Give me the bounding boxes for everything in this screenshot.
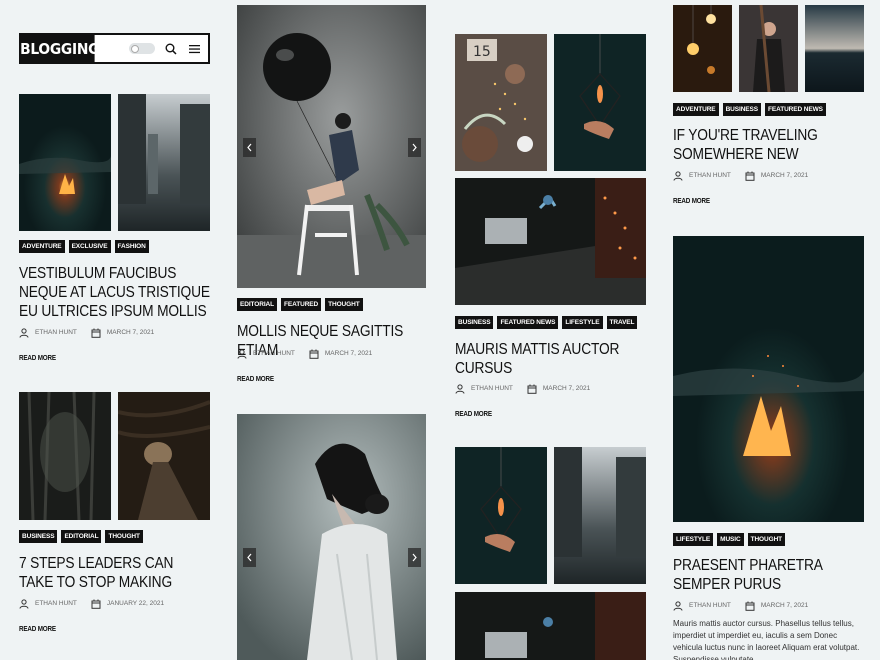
post-author[interactable]: Ethan Hunt	[253, 350, 295, 357]
post-date[interactable]: March 7, 2021	[761, 172, 808, 179]
tag[interactable]: Featured	[281, 298, 322, 311]
post-date[interactable]: January 22, 2021	[107, 600, 164, 607]
tag[interactable]: Fashion	[114, 240, 149, 253]
post-image-light-bulbs[interactable]	[673, 5, 732, 92]
search-icon[interactable]	[164, 42, 178, 56]
tag[interactable]: Business	[455, 316, 494, 329]
post-1-meta: Ethan Hunt March 7, 2021	[19, 327, 154, 338]
tag[interactable]: Exclusive	[68, 240, 111, 253]
slider-next-button[interactable]	[408, 138, 421, 157]
tag[interactable]: Thought	[747, 533, 786, 546]
user-icon	[673, 171, 683, 181]
post-author[interactable]: Ethan Hunt	[471, 385, 513, 392]
post-2-meta: Ethan Hunt January 22, 2021	[19, 598, 164, 609]
post-6-meta: Ethan Hunt March 7, 2021	[673, 600, 808, 611]
post-author[interactable]: Ethan Hunt	[35, 600, 77, 607]
post-date[interactable]: March 7, 2021	[543, 385, 590, 392]
calendar-icon	[91, 328, 101, 338]
user-icon	[673, 601, 683, 611]
post-date[interactable]: March 7, 2021	[325, 350, 372, 357]
post-2-title[interactable]: 7 Steps Leaders Can Take To Stop Making	[19, 554, 210, 592]
post-4-meta: Ethan Hunt March 7, 2021	[455, 383, 590, 394]
post-image-rainy-city[interactable]	[118, 94, 210, 231]
read-more-link[interactable]: Read More	[673, 198, 710, 205]
post-image-campfire[interactable]	[19, 94, 111, 231]
read-more-link[interactable]: Read More	[19, 626, 56, 633]
post-image-desk-setup[interactable]	[455, 178, 646, 305]
slider-prev-button[interactable]	[243, 548, 256, 567]
calendar-icon	[309, 349, 319, 359]
tag[interactable]: Thought	[325, 298, 363, 311]
tag[interactable]: Travel	[606, 316, 638, 329]
tag[interactable]: Featured News	[765, 103, 826, 116]
tag[interactable]: Lifestyle	[673, 533, 714, 546]
post-image-rainy-city[interactable]	[554, 447, 646, 584]
header-tools	[101, 42, 208, 56]
post-6-tags: Lifestyle Music Thought	[673, 533, 786, 546]
post-author[interactable]: Ethan Hunt	[35, 329, 77, 336]
user-icon	[455, 384, 465, 394]
calendar-icon	[91, 599, 101, 609]
post-image-forest-tunnel[interactable]	[118, 392, 210, 520]
post-image-dark-forest[interactable]	[19, 392, 111, 520]
post-image-desk-setup[interactable]	[455, 592, 646, 660]
post-5-title[interactable]: If You're Traveling Somewhere New	[673, 126, 845, 164]
post-date[interactable]: March 7, 2021	[761, 602, 808, 609]
post-6-title[interactable]: Praesent Pharetra Semper Purus	[673, 556, 862, 594]
site-logo[interactable]: BLOGGING	[20, 35, 99, 62]
post-5-tags: Adventure Business Featured News	[673, 103, 826, 116]
tag[interactable]: Business	[722, 103, 761, 116]
tag[interactable]: Lifestyle	[562, 316, 603, 329]
tag[interactable]: Editorial	[61, 530, 102, 543]
slider-prev-button[interactable]	[243, 138, 256, 157]
post-4-tags: Business Featured News Lifestyle Travel	[455, 316, 638, 329]
post-image-geometric-lamp[interactable]	[455, 447, 547, 584]
tag[interactable]: Music	[717, 533, 744, 546]
toggle-knob	[131, 44, 139, 53]
post-1-title[interactable]: Vestibulum Faucibus Neque At Lacus Trist…	[19, 264, 210, 321]
dark-mode-toggle[interactable]	[129, 43, 155, 54]
post-3-meta: Ethan Hunt March 7, 2021	[237, 348, 372, 359]
post-image-geometric-lamp[interactable]	[554, 34, 646, 171]
post-image-cozy-table[interactable]: 15	[455, 34, 547, 171]
post-image-campfire[interactable]	[673, 236, 864, 522]
calendar-icon	[527, 384, 537, 394]
chevron-right-icon	[412, 143, 417, 152]
post-2-tags: Business Editorial Thought	[19, 530, 143, 543]
post-image-balloon-girl[interactable]	[237, 5, 426, 288]
post-image-guitarist[interactable]	[739, 5, 798, 92]
post-1-tags: Adventure Exclusive Fashion	[19, 240, 149, 253]
calendar-icon	[745, 171, 755, 181]
user-icon	[19, 328, 29, 338]
chevron-left-icon	[247, 143, 252, 152]
user-icon	[237, 349, 247, 359]
site-header: BLOGGING	[19, 33, 210, 64]
post-author[interactable]: Ethan Hunt	[689, 172, 731, 179]
post-author[interactable]: Ethan Hunt	[689, 602, 731, 609]
post-excerpt: Mauris mattis auctor cursus. Phasellus t…	[673, 619, 860, 660]
read-more-link[interactable]: Read More	[19, 355, 56, 362]
tag[interactable]: Editorial	[237, 298, 278, 311]
tag[interactable]: Business	[19, 530, 58, 543]
tag[interactable]: Featured News	[497, 316, 559, 329]
post-image-sea-sunset[interactable]	[805, 5, 864, 92]
user-icon	[19, 599, 29, 609]
post-3-tags: Editorial Featured Thought	[237, 298, 363, 311]
menu-icon[interactable]	[187, 42, 201, 56]
slider-next-button[interactable]	[408, 548, 421, 567]
read-more-link[interactable]: Read More	[455, 411, 492, 418]
post-4-title[interactable]: Mauris Mattis Auctor Cursus	[455, 340, 636, 378]
tag[interactable]: Thought	[105, 530, 143, 543]
post-5-meta: Ethan Hunt March 7, 2021	[673, 170, 808, 181]
post-date[interactable]: March 7, 2021	[107, 329, 154, 336]
tag[interactable]: Adventure	[19, 240, 65, 253]
chevron-left-icon	[247, 553, 252, 562]
svg-text:15: 15	[473, 44, 491, 60]
tag[interactable]: Adventure	[673, 103, 719, 116]
chevron-right-icon	[412, 553, 417, 562]
read-more-link[interactable]: Read More	[237, 376, 274, 383]
calendar-icon	[745, 601, 755, 611]
post-image-woman-profile[interactable]	[237, 414, 426, 660]
